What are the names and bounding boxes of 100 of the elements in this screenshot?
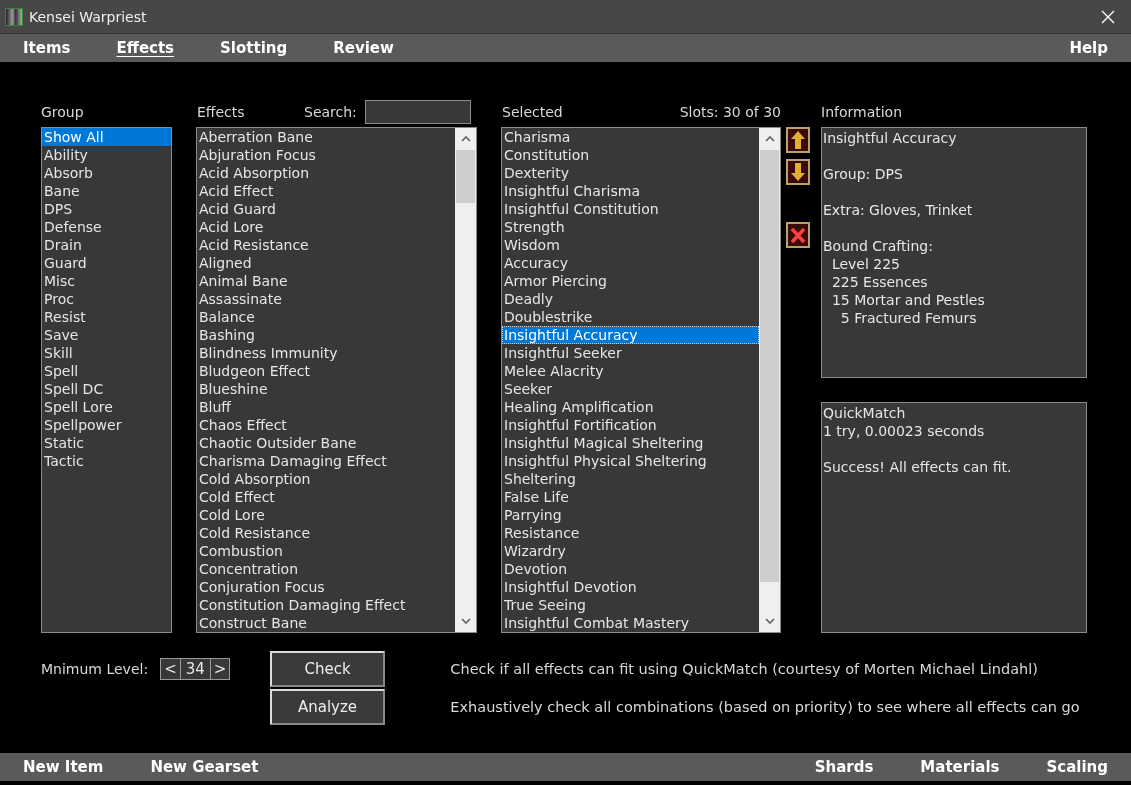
list-item[interactable]: Bluff [197, 398, 455, 416]
list-item[interactable]: Drain [42, 236, 171, 254]
list-item[interactable]: Wizardry [502, 542, 759, 560]
list-item[interactable]: Static [42, 434, 171, 452]
list-item[interactable]: Blueshine [197, 380, 455, 398]
list-item[interactable]: Spell Lore [42, 398, 171, 416]
list-item[interactable]: Insightful Charisma [502, 182, 759, 200]
list-item[interactable]: Resistance [502, 524, 759, 542]
list-item[interactable]: Insightful Accuracy [502, 326, 759, 344]
list-item[interactable]: Acid Resistance [197, 236, 455, 254]
list-item[interactable]: Spell DC [42, 380, 171, 398]
list-item[interactable]: Abjuration Focus [197, 146, 455, 164]
list-item[interactable]: Bashing [197, 326, 455, 344]
list-item[interactable]: Aberration Bane [197, 128, 455, 146]
bottom-menu-item[interactable]: Shards [814, 758, 874, 776]
list-item[interactable]: Spell [42, 362, 171, 380]
menu-tab[interactable]: Effects [116, 39, 175, 57]
level-spinner[interactable]: < 34 > [160, 658, 231, 680]
action-button[interactable]: Analyze [270, 689, 385, 725]
list-item[interactable]: Healing Amplification [502, 398, 759, 416]
list-item[interactable]: Insightful Physical Sheltering [502, 452, 759, 470]
list-item[interactable]: Concentration [197, 560, 455, 578]
scrollbar-thumb[interactable] [456, 150, 475, 203]
list-item[interactable]: Cold Absorption [197, 470, 455, 488]
bottom-menu-item[interactable]: Scaling [1046, 758, 1108, 776]
search-field[interactable] [364, 100, 471, 124]
list-item[interactable]: Melee Alacrity [502, 362, 759, 380]
scrollbar-thumb[interactable] [760, 150, 779, 582]
list-item[interactable]: Acid Absorption [197, 164, 455, 182]
list-item[interactable]: Balance [197, 308, 455, 326]
list-item[interactable]: Chaotic Outsider Bane [197, 434, 455, 452]
menu-tab[interactable]: Review [333, 39, 394, 57]
list-item[interactable]: Wisdom [502, 236, 759, 254]
scroll-down-icon[interactable] [460, 618, 471, 624]
list-item[interactable]: Aligned [197, 254, 455, 272]
list-item[interactable]: Bane [42, 182, 171, 200]
list-item[interactable]: Combustion [197, 542, 455, 560]
help-menu[interactable]: Help [1069, 39, 1108, 57]
close-icon[interactable] [1101, 9, 1115, 24]
list-item[interactable]: Seeker [502, 380, 759, 398]
list-item[interactable]: Insightful Magical Sheltering [502, 434, 759, 452]
list-item[interactable]: Constitution [502, 146, 759, 164]
list-item[interactable]: Parrying [502, 506, 759, 524]
list-item[interactable]: Insightful Devotion [502, 578, 759, 596]
list-item[interactable]: Insightful Seeker [502, 344, 759, 362]
scrollbar[interactable] [455, 128, 476, 632]
list-item[interactable]: Armor Piercing [502, 272, 759, 290]
list-item[interactable]: False Life [502, 488, 759, 506]
list-item[interactable]: Devotion [502, 560, 759, 578]
list-item[interactable]: Assassinate [197, 290, 455, 308]
list-item[interactable]: Animal Bane [197, 272, 455, 290]
action-button[interactable]: Check [270, 651, 385, 687]
list-item[interactable]: Absorb [42, 164, 171, 182]
list-item[interactable]: Blindness Immunity [197, 344, 455, 362]
list-item[interactable]: Cold Effect [197, 488, 455, 506]
list-item[interactable]: Spellpower [42, 416, 171, 434]
list-item[interactable]: Accuracy [502, 254, 759, 272]
list-item[interactable]: Skill [42, 344, 171, 362]
list-item[interactable]: Misc [42, 272, 171, 290]
scroll-down-icon[interactable] [764, 618, 775, 624]
list-item[interactable]: Deadly [502, 290, 759, 308]
list-item[interactable]: Show All [42, 128, 171, 146]
list-item[interactable]: Insightful Constitution [502, 200, 759, 218]
list-item[interactable]: Strength [502, 218, 759, 236]
list-item[interactable]: Cold Resistance [197, 524, 455, 542]
list-item[interactable]: Proc [42, 290, 171, 308]
list-item[interactable]: Construct Bane [197, 614, 455, 632]
bottom-menu-item[interactable]: New Item [23, 758, 104, 776]
list-item[interactable]: Ability [42, 146, 171, 164]
list-item[interactable]: Tactic [42, 452, 171, 470]
menu-tab[interactable]: Items [23, 39, 71, 57]
list-item[interactable]: Conjuration Focus [197, 578, 455, 596]
list-item[interactable]: Defense [42, 218, 171, 236]
scroll-up-icon[interactable] [764, 136, 775, 142]
list-item[interactable]: Acid Effect [197, 182, 455, 200]
list-item[interactable]: True Seeing [502, 596, 759, 614]
list-item[interactable]: Save [42, 326, 171, 344]
list-item[interactable]: Acid Lore [197, 218, 455, 236]
move-down-button[interactable] [786, 159, 810, 185]
list-item[interactable]: DPS [42, 200, 171, 218]
scroll-up-icon[interactable] [460, 136, 471, 142]
list-item[interactable]: Insightful Fortification [502, 416, 759, 434]
bottom-menu-item[interactable]: New Gearset [150, 758, 259, 776]
list-item[interactable]: Doublestrike [502, 308, 759, 326]
list-item[interactable]: Charisma [502, 128, 759, 146]
list-item[interactable]: Chaos Effect [197, 416, 455, 434]
list-item[interactable]: Guard [42, 254, 171, 272]
list-item[interactable]: Bludgeon Effect [197, 362, 455, 380]
list-item[interactable]: Charisma Damaging Effect [197, 452, 455, 470]
remove-button[interactable] [786, 222, 810, 248]
list-item[interactable]: Sheltering [502, 470, 759, 488]
move-up-button[interactable] [786, 127, 810, 153]
scrollbar[interactable] [759, 128, 780, 632]
list-item[interactable]: Constitution Damaging Effect [197, 596, 455, 614]
menu-tab[interactable]: Slotting [220, 39, 288, 57]
list-item[interactable]: Insightful Combat Mastery [502, 614, 759, 632]
decrease-button[interactable]: < [161, 659, 180, 679]
list-item[interactable]: Dexterity [502, 164, 759, 182]
list-item[interactable]: Resist [42, 308, 171, 326]
bottom-menu-item[interactable]: Materials [920, 758, 1000, 776]
